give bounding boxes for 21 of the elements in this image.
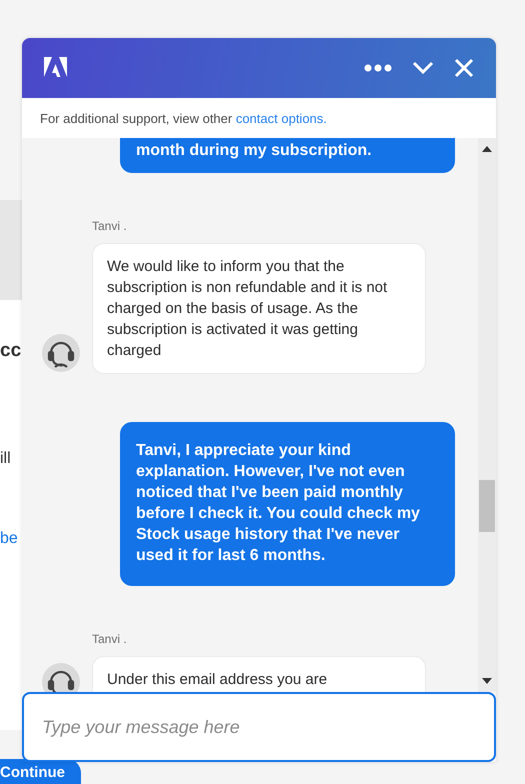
- close-button[interactable]: [454, 58, 474, 78]
- logo-icon: [44, 57, 68, 79]
- page-text: cc: [0, 340, 22, 362]
- scroll-down-icon[interactable]: [482, 678, 492, 684]
- minimize-button[interactable]: [412, 61, 434, 75]
- agent-message: We would like to inform you that the subscription is non refundable and it is not charged on the basis of usage. As the subscription is activated it was getting charged: [92, 243, 426, 374]
- scroll-thumb[interactable]: [479, 480, 495, 532]
- page-text: ill: [0, 450, 12, 468]
- user-message: month during my subscription.: [120, 138, 455, 173]
- sender-name: Tanvi .: [92, 632, 128, 646]
- scrollbar[interactable]: [478, 138, 496, 692]
- more-button[interactable]: [364, 64, 392, 72]
- message-field[interactable]: Type your message here: [22, 692, 496, 762]
- support-note: For additional support, view other contact options.: [40, 110, 327, 126]
- sender-name: Tanvi .: [92, 219, 128, 233]
- contact-options-link[interactable]: contact options.: [236, 110, 327, 126]
- scroll-up-icon[interactable]: [482, 146, 492, 152]
- link-text[interactable]: be: [0, 530, 22, 548]
- user-message: Tanvi, I appreciate your kind explanation. However, I've not even noticed that I've been paid monthly before I check it. You could check my Stock usage history that I've never used it for last 6 months.: [120, 422, 455, 586]
- agent-message: Under this email address you are: [92, 656, 426, 692]
- continue-button[interactable]: Continue: [0, 759, 81, 784]
